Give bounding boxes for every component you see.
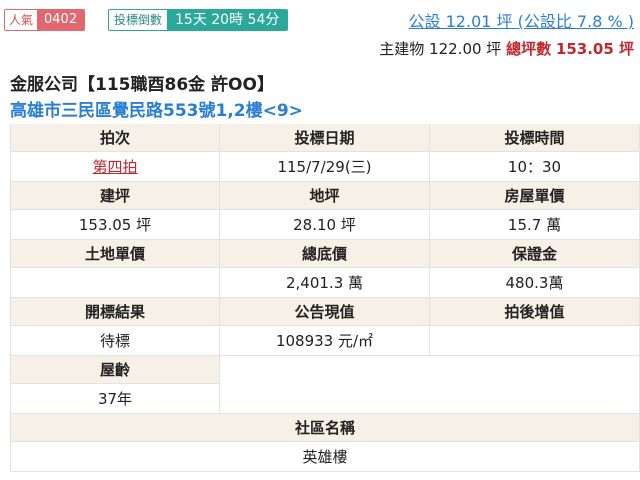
countdown-label: 投標倒數: [109, 10, 168, 30]
table-row: 2,401.3 萬 480.3萬: [11, 268, 640, 298]
building-age-value: 37年: [11, 384, 220, 414]
main-building-label: 主建物: [379, 40, 425, 58]
community-name-value: 英雄樓: [11, 442, 640, 472]
announced-value-header: 公告現值: [220, 298, 430, 326]
table-row: 待標 108933 元/㎡: [11, 326, 640, 356]
table-header-row: 土地單價 總底價 保證金: [11, 240, 640, 268]
building-area-value: 153.05 坪: [11, 210, 220, 240]
building-age-header: 屋齡: [11, 356, 220, 384]
empty-cell: [220, 384, 640, 414]
total-area-label: 總坪數: [506, 40, 552, 58]
total-area-value: 153.05 坪: [555, 40, 634, 58]
house-unit-price-header: 房屋單價: [430, 182, 640, 210]
post-auction-gain-header: 拍後增值: [430, 298, 640, 326]
deposit-header: 保證金: [430, 240, 640, 268]
bid-date-header: 投標日期: [220, 124, 430, 152]
countdown-value: 15天 20時 54分: [167, 10, 288, 30]
community-name-header: 社區名稱: [11, 414, 640, 442]
empty-cell: [220, 356, 640, 384]
bid-date-value: 115/7/29(三): [220, 152, 430, 182]
land-unit-price-value: [11, 268, 220, 298]
announced-value-value: 108933 元/㎡: [220, 326, 430, 356]
land-area-header: 地坪: [220, 182, 430, 210]
table-row: 37年: [11, 384, 640, 414]
bid-result-header: 開標結果: [11, 298, 220, 326]
auction-round-link[interactable]: 第四拍: [92, 158, 137, 176]
property-address[interactable]: 高雄市三民區覺民路553號1,2樓<9>: [10, 96, 303, 121]
land-unit-price-header: 土地單價: [11, 240, 220, 268]
table-header-row: 開標結果 公告現值 拍後增值: [11, 298, 640, 326]
popularity-badge: 人氣 0402: [4, 9, 86, 31]
house-unit-price-value: 15.7 萬: [430, 210, 640, 240]
table-row: 第四拍 115/7/29(三) 10：30: [11, 152, 640, 182]
land-area-value: 28.10 坪: [220, 210, 430, 240]
table-header-row: 社區名稱: [11, 414, 640, 442]
auction-round-header: 拍次: [11, 124, 220, 152]
deposit-value: 480.3萬: [430, 268, 640, 298]
bid-result-value: 待標: [11, 326, 220, 356]
bid-time-value: 10：30: [430, 152, 640, 182]
table-header-row: 拍次 投標日期 投標時間: [11, 124, 640, 152]
area-summary: 主建物 122.00 坪 總坪數 153.05 坪: [379, 38, 634, 59]
countdown-badge: 投標倒數 15天 20時 54分: [108, 9, 289, 31]
header-bar: 人氣 0402 投標倒數 15天 20時 54分 公設 12.01 坪 (公設比…: [0, 0, 640, 64]
property-title: 金服公司【115職酉86金 許OO】: [10, 75, 274, 95]
public-share-link[interactable]: 公設 12.01 坪 (公設比 7.8 % ): [409, 8, 634, 32]
popularity-count: 0402: [37, 10, 85, 30]
table-header-row: 建坪 地坪 房屋單價: [11, 182, 640, 210]
table-row: 153.05 坪 28.10 坪 15.7 萬: [11, 210, 640, 240]
post-auction-gain-value: [430, 326, 640, 356]
total-reserve-price-header: 總底價: [220, 240, 430, 268]
main-building-value: 122.00 坪: [429, 40, 502, 58]
popularity-label: 人氣: [5, 10, 38, 30]
table-row: 英雄樓: [11, 442, 640, 472]
auction-info-table: 拍次 投標日期 投標時間 第四拍 115/7/29(三) 10：30 建坪 地坪…: [10, 124, 640, 472]
bid-time-header: 投標時間: [430, 124, 640, 152]
building-area-header: 建坪: [11, 182, 220, 210]
table-header-row: 屋齡: [11, 356, 640, 384]
total-reserve-price-value: 2,401.3 萬: [220, 268, 430, 298]
auction-round-value: 第四拍: [11, 152, 220, 182]
